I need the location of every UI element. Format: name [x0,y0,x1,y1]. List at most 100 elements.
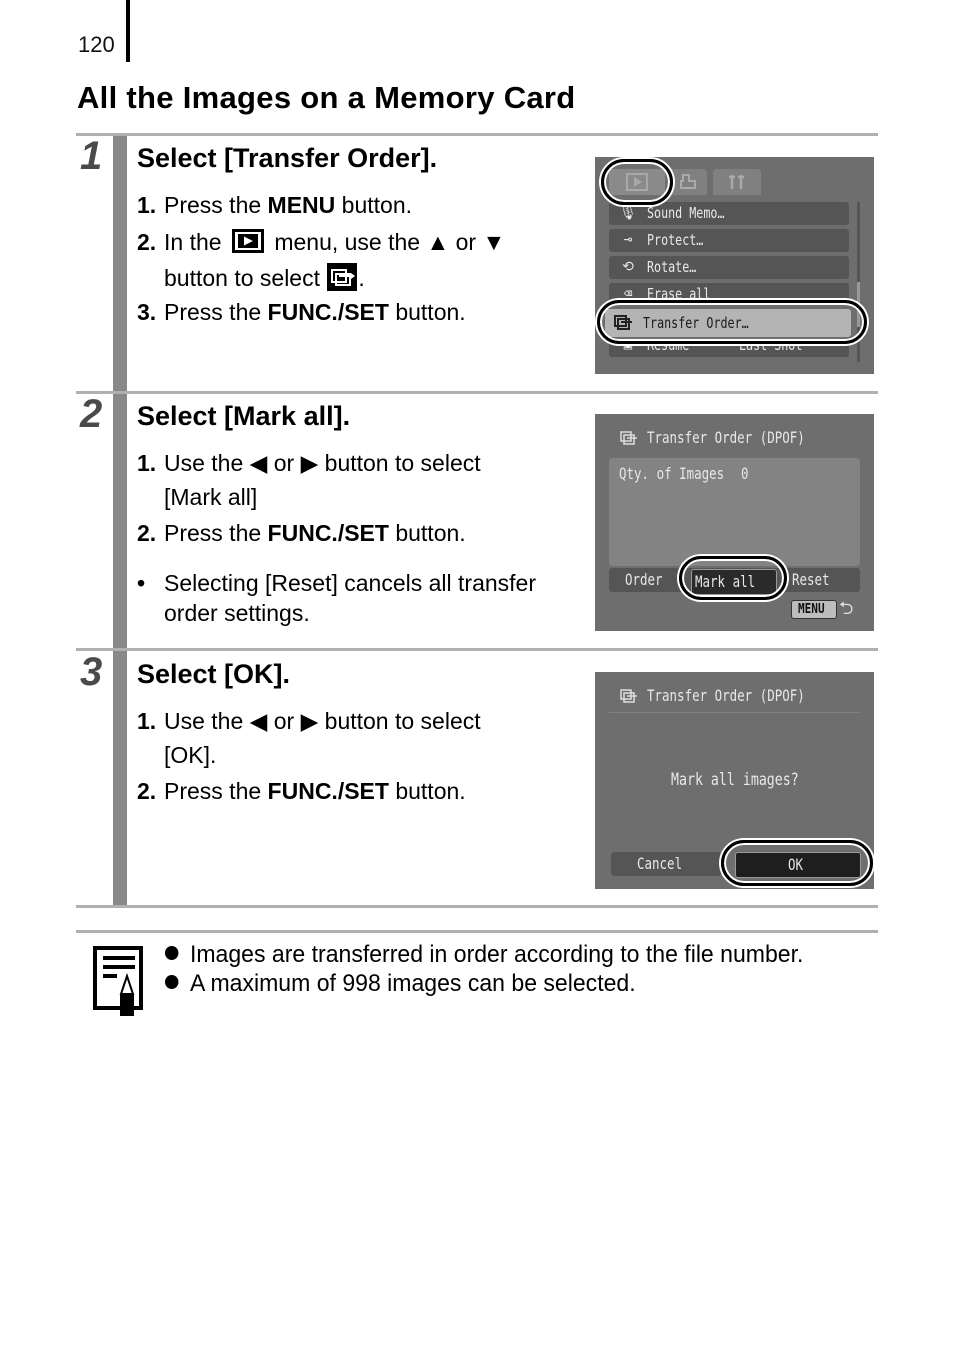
highlight-ring [721,840,873,886]
instruction-line: [Mark all] [164,484,258,510]
info-panel: Qty. of Images 0 [609,458,860,566]
instruction-text: Press the [164,520,268,546]
instruction-text: button. [388,778,466,804]
instruction-text: button. [388,299,466,325]
transfer-order-icon [620,431,637,445]
instruction-text: button. [335,192,413,218]
note-text: Images are transferred in order accordin… [189,941,804,968]
cancel-button[interactable]: Cancel [611,852,721,876]
menu-item-erase-all[interactable]: ⌫ Erase all [609,283,849,301]
highlight-ring [597,300,867,344]
instruction-text: Press the [164,192,268,218]
func-set-button-label: FUNC./SET [267,778,389,804]
instruction-line: 2. In the menu, use the ▲ or ▼ [137,229,505,259]
instruction-line: 1. Use the ◀ or ▶ button to select [137,708,481,735]
transfer-order-icon [327,263,358,297]
instruction-line: 2. Press the FUNC./SET button. [137,778,466,805]
page-number: 120 [78,32,115,57]
bullet-dot [165,975,179,989]
camera-screen-play-menu: 🎙 Sound Memo… ⊸ Protect… ⟲ Rotate… ⌫ Era… [595,157,874,374]
screen-title: Transfer Order (DPOF) [647,428,805,447]
print-tab[interactable] [669,169,707,195]
step-heading: Select [OK]. [137,659,291,689]
section-rule [76,905,878,908]
instruction-line: button to select . [164,263,365,297]
instruction-number: 2. [137,520,157,546]
menu-item-label: Erase all [647,285,711,301]
protect-key-icon: ⊸ [623,232,633,248]
bullet-dot [165,946,179,960]
camera-screen-confirm: Transfer Order (DPOF) Mark all images? C… [595,672,874,889]
menu-item-rotate[interactable]: ⟲ Rotate… [609,256,849,279]
instruction-text: button to select [164,265,327,292]
menu-item-protect[interactable]: ⊸ Protect… [609,229,849,252]
confirm-prompt: Mark all images? [671,770,799,790]
step-2-bar [113,394,127,648]
step-1-bar [113,136,127,391]
instruction-number: 1. [137,450,157,476]
section-rule [76,391,878,394]
note-text: A maximum of 998 images can be selected. [189,970,636,997]
instruction-number: 1. [137,708,157,734]
instruction-line: 1. Use the ◀ or ▶ button to select [137,450,481,477]
instruction-number: 1. [137,192,157,218]
bullet-line: order settings. [164,600,310,626]
instruction-text: Use the ◀ or ▶ button to select [164,450,481,476]
instruction-text: Press the [164,299,268,325]
section-rule [76,133,878,136]
screen-title: Transfer Order (DPOF) [647,686,805,705]
qty-label: Qty. of Images [619,464,725,483]
step-3-bar [113,651,127,905]
setup-tools-icon [729,175,744,189]
back-arrow-icon: ⮌ [839,598,854,619]
func-set-button-label: FUNC./SET [267,520,389,546]
title-divider [609,712,860,713]
qty-value: 0 [741,464,749,483]
transfer-order-icon [620,689,637,703]
menu-item-label: Protect… [647,231,704,249]
instruction-number: 2. [137,778,157,804]
instruction-text: button. [388,520,466,546]
menu-item-label: Rotate… [647,258,697,276]
reset-button[interactable]: Reset [781,568,851,592]
note-pencil-icon [93,946,147,1021]
step-number: 2 [80,392,103,436]
erase-all-icon: ⌫ [623,286,633,301]
instruction-text: In the [164,229,228,256]
instruction-line: [OK]. [164,742,217,768]
step-number: 1 [80,134,103,178]
instruction-line: 1. Press the MENU button. [137,192,412,219]
print-icon [680,174,696,189]
bullet: • [137,570,146,596]
instruction-text: Use the ◀ or ▶ button to select [164,708,481,734]
instruction-number: 2. [137,229,157,256]
instruction-number: 3. [137,299,157,325]
bullet-text: Selecting [Reset] cancels all transfer [164,570,537,596]
menu-item-sound-memo[interactable]: 🎙 Sound Memo… [609,202,849,225]
note-item: A maximum of 998 images can be selected. [165,970,636,998]
menu-button-label: MENU [267,192,336,218]
rotate-icon: ⟲ [622,259,634,275]
highlight-ring [601,159,673,205]
sound-memo-icon: 🎙 [619,205,637,221]
bullet-line: • Selecting [Reset] cancels all transfer [137,570,536,597]
note-rule [76,930,878,933]
step-heading: Select [Mark all]. [137,401,351,431]
menu-key-badge: MENU [791,600,837,619]
step-heading: Select [Transfer Order]. [137,143,438,173]
setup-tab[interactable] [713,169,761,195]
instruction-line: 2. Press the FUNC./SET button. [137,520,466,547]
instruction-text: menu, use the ▲ or ▼ [267,229,506,256]
camera-screen-transfer-order: Transfer Order (DPOF) Qty. of Images 0 O… [595,414,874,631]
menu-item-label: Sound Memo… [647,204,725,222]
page-number-bar [126,0,130,62]
highlight-ring [679,556,787,600]
page-title: All the Images on a Memory Card [77,80,576,115]
func-set-button-label: FUNC./SET [267,299,389,325]
play-menu-icon [231,229,264,259]
note-item: Images are transferred in order accordin… [165,941,803,969]
order-button[interactable]: Order [615,568,683,592]
section-rule [76,648,878,651]
instruction-line: 3. Press the FUNC./SET button. [137,299,466,326]
instruction-text: Press the [164,778,268,804]
